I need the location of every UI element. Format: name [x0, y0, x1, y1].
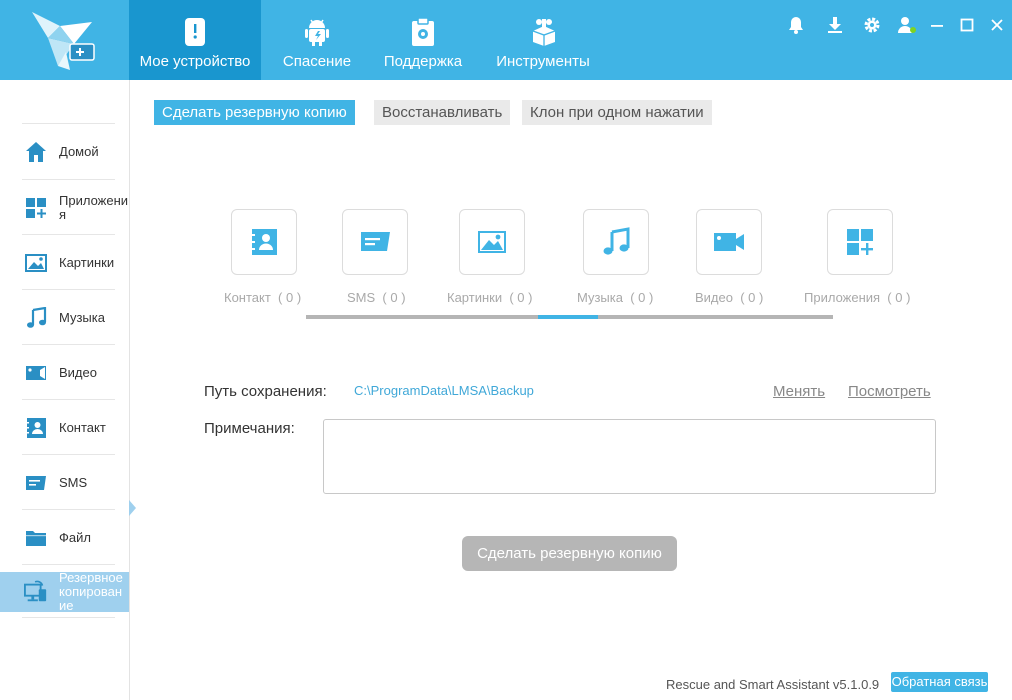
category-pictures[interactable]: [459, 209, 525, 275]
notes-input[interactable]: [323, 419, 936, 494]
sms-icon: [361, 232, 390, 251]
sidebar-item-label: SMS: [59, 474, 88, 490]
phone-icon: [185, 18, 205, 46]
contact-icon: [249, 229, 277, 255]
sidebar-item-apps[interactable]: Приложения: [0, 180, 129, 235]
view-path-link[interactable]: Посмотреть: [848, 383, 931, 400]
account-button[interactable]: [897, 14, 917, 36]
image-icon: [24, 251, 48, 275]
tab-label: Спасение: [282, 53, 352, 70]
version-text: Rescue and Smart Assistant v5.1.0.9: [666, 677, 880, 692]
scroll-thumb[interactable]: [538, 315, 598, 319]
close-icon: [991, 19, 1003, 31]
sidebar-item-pictures[interactable]: Картинки: [0, 235, 129, 290]
toolbox-icon: [532, 19, 556, 46]
tab-support[interactable]: Поддержка: [373, 0, 473, 80]
minimize-icon: [931, 25, 943, 27]
sidebar-item-label: Видео: [59, 364, 97, 380]
subtab-one-click-clone[interactable]: Клон при одном нажатии: [522, 100, 712, 125]
settings-button[interactable]: [862, 14, 882, 36]
sms-icon: [24, 471, 48, 495]
tab-label: Мое устройство: [139, 53, 251, 70]
contact-icon: [24, 416, 48, 440]
sidebar-item-home[interactable]: Домой: [0, 124, 129, 179]
home-icon: [24, 140, 48, 164]
tab-rescue[interactable]: Спасение: [261, 0, 373, 80]
backup-button[interactable]: Сделать резервную копию: [462, 536, 677, 571]
subtab-restore[interactable]: Восстанавливать: [374, 100, 511, 125]
app-header: Мое устройство Спасение Поддержка Инстру…: [0, 0, 1012, 80]
category-apps[interactable]: [827, 209, 893, 275]
apps-icon: [24, 196, 48, 220]
change-path-link[interactable]: Менять: [773, 383, 825, 400]
sidebar-item-label: Музыка: [59, 309, 105, 325]
sidebar-item-label: Резервное копирование: [59, 570, 123, 613]
notes-label: Примечания:: [204, 420, 295, 437]
sidebar: Домой Приложения Картинки Музыка Видео К…: [0, 80, 130, 700]
category-video-label: Видео ( 0 ): [695, 290, 764, 305]
tab-tools[interactable]: Инструменты: [473, 0, 613, 80]
category-apps-label: Приложения ( 0 ): [804, 290, 911, 305]
subtab-backup[interactable]: Сделать резервную копию: [154, 100, 355, 125]
tab-my-device[interactable]: Мое устройство: [129, 0, 261, 80]
sidebar-item-label: Контакт: [59, 419, 106, 435]
video-icon: [714, 233, 744, 251]
image-icon: [478, 231, 506, 253]
sidebar-item-backup[interactable]: Резервное копирование: [0, 570, 129, 613]
sidebar-item-label: Домой: [59, 143, 99, 159]
clipboard-icon: [412, 17, 434, 46]
bell-icon: [789, 17, 803, 34]
maximize-icon: [960, 18, 974, 32]
download-icon: [828, 17, 842, 33]
sidebar-item-contact[interactable]: Контакт: [0, 400, 129, 455]
download-button[interactable]: [825, 14, 845, 36]
category-sms-label: SMS ( 0 ): [347, 290, 406, 305]
category-contact-label: Контакт ( 0 ): [224, 290, 302, 305]
sidebar-item-label: Приложения: [59, 192, 129, 222]
sidebar-item-label: Файл: [59, 529, 91, 545]
category-video[interactable]: [696, 209, 762, 275]
sidebar-item-music[interactable]: Музыка: [0, 290, 129, 345]
sidebar-divider: [22, 564, 115, 565]
user-icon: [898, 17, 916, 33]
save-path-label: Путь сохранения:: [204, 383, 327, 400]
video-icon: [24, 361, 48, 385]
category-contact[interactable]: [231, 209, 297, 275]
music-icon: [603, 227, 630, 255]
active-indicator-arrow: [129, 500, 136, 516]
folder-icon: [24, 526, 48, 550]
tab-label: Инструменты: [496, 53, 590, 70]
category-sms[interactable]: [342, 209, 408, 275]
category-music[interactable]: [583, 209, 649, 275]
app-logo: [0, 0, 129, 80]
close-button[interactable]: [987, 14, 1007, 36]
android-icon: [305, 19, 329, 46]
sidebar-divider: [22, 617, 115, 618]
sidebar-item-sms[interactable]: SMS: [0, 455, 129, 510]
category-music-label: Музыка ( 0 ): [577, 290, 654, 305]
backup-icon: [24, 580, 48, 604]
music-icon: [24, 306, 48, 330]
notifications-button[interactable]: [786, 14, 806, 36]
sidebar-item-label: Картинки: [59, 254, 115, 270]
minimize-button[interactable]: [927, 14, 947, 36]
maximize-button[interactable]: [957, 14, 977, 36]
bird-logo-icon: [32, 12, 95, 70]
sidebar-item-video[interactable]: Видео: [0, 345, 129, 400]
sidebar-item-file[interactable]: Файл: [0, 510, 129, 565]
apps-icon: [847, 229, 873, 255]
feedback-button[interactable]: Обратная связь: [891, 672, 988, 692]
save-path-value: C:\ProgramData\LMSA\Backup: [354, 383, 534, 398]
gear-icon: [864, 17, 880, 33]
tab-label: Поддержка: [383, 53, 463, 70]
category-pictures-label: Картинки ( 0 ): [447, 290, 533, 305]
